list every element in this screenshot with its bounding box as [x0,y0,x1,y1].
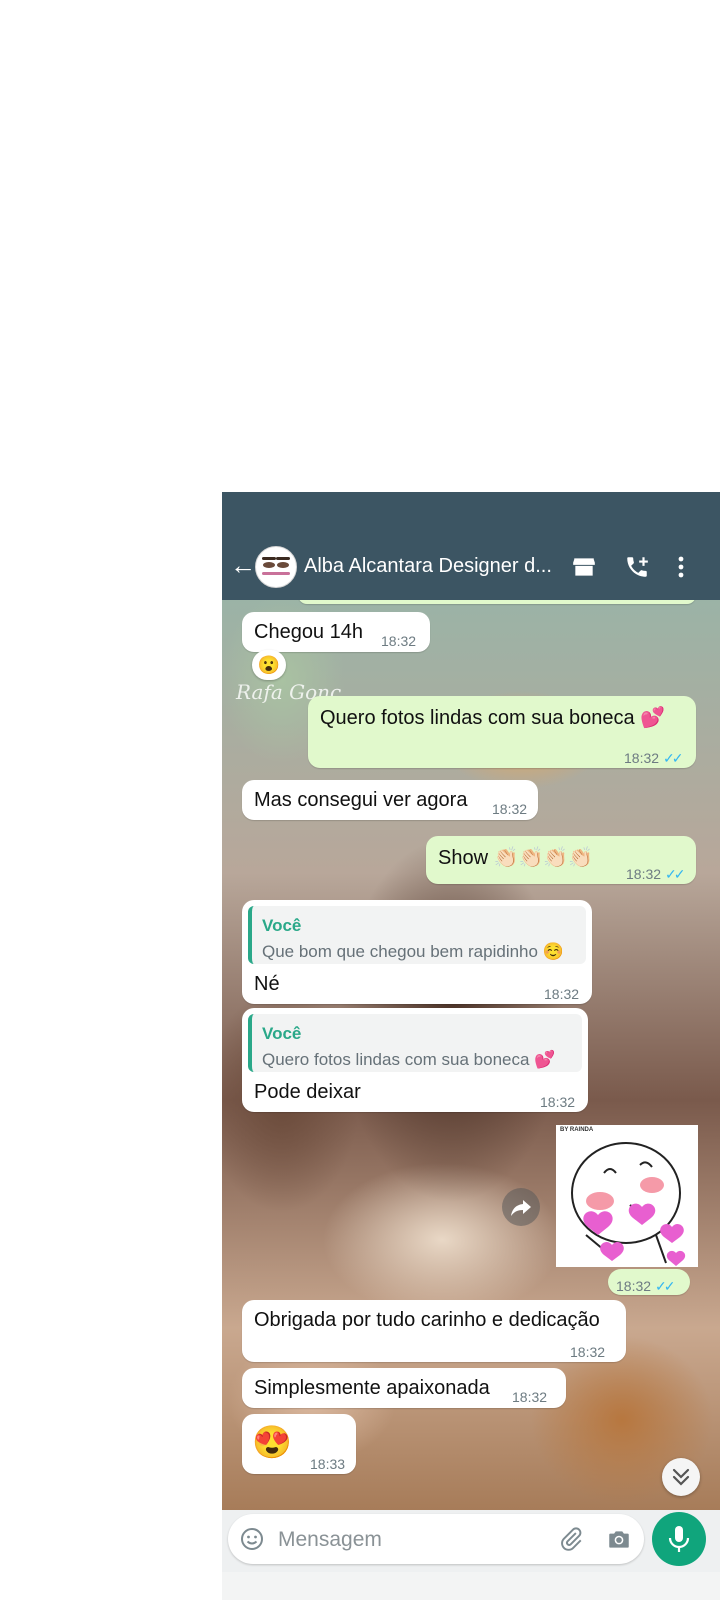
message-time: 18:32 [381,633,417,649]
sticker-caption: BY RAINDA [560,1127,594,1133]
message-time: 18:32 [544,986,580,1002]
mic-button[interactable] [652,1512,706,1566]
forward-button[interactable] [502,1188,540,1226]
message-meta: 18:32 ✓✓ [624,746,684,770]
quote-text: Quero fotos lindas com sua boneca 💕 [262,1050,556,1069]
system-navigation-bar [222,1572,720,1600]
message-text: Quero fotos lindas com sua boneca 💕 [320,707,666,729]
message-outgoing[interactable]: Show 👏🏻👏🏻👏🏻👏🏻 18:32 ✓✓ [426,836,696,884]
camera-icon[interactable] [606,1526,632,1552]
read-ticks-icon: ✓✓ [663,750,684,766]
message-meta: 18:32 ✓✓ [626,862,686,886]
message-text: Pode deixar [254,1081,361,1103]
message-time: 18:32 [624,750,660,766]
message-incoming[interactable]: Chegou 14h 18:32 [242,612,430,652]
chevron-double-down-icon [672,1468,690,1486]
message-text: Obrigada por tudo carinho e dedicação [254,1309,600,1331]
chat-area[interactable]: Chegou 14h 18:32 😮 Rafa Gonç... Quero fo… [222,600,720,1510]
message-text: Show 👏🏻👏🏻👏🏻👏🏻 [438,847,594,869]
message-text: Mas consegui ver agora [254,789,468,811]
message-time: 18:33 [310,1456,346,1472]
quote-text: Que bom que chegou bem rapidinho ☺️ [262,942,564,961]
message-time: 18:32 [512,1389,548,1405]
message-time: 18:32 [492,801,528,817]
message-time: 18:32 [626,866,662,882]
quote-author: Você [262,1024,302,1043]
message-input[interactable] [276,1524,540,1556]
mic-icon [668,1526,690,1552]
message-text: Né [254,973,280,995]
message-incoming-reply[interactable]: Você Que bom que chegou bem rapidinho ☺️… [242,900,592,1004]
message-text: Simplesmente apaixonada [254,1377,490,1399]
message-time: 18:32 [540,1094,576,1110]
message-outgoing[interactable]: Quero fotos lindas com sua boneca 💕 18:3… [308,696,696,768]
sticker-character [571,1142,686,1266]
sticker-meta: 18:32 ✓✓ [608,1269,690,1295]
read-ticks-icon: ✓✓ [665,866,686,882]
scroll-to-bottom-button[interactable] [662,1458,700,1496]
forward-icon [511,1200,531,1216]
message-incoming[interactable]: Simplesmente apaixonada 18:32 [242,1368,566,1408]
message-incoming-reply[interactable]: Você Quero fotos lindas com sua boneca 💕… [242,1008,588,1112]
chat-header: ← Alba Alcantara Designer d... [222,492,720,600]
quoted-message[interactable]: Você Que bom que chegou bem rapidinho ☺️ [248,906,586,964]
previous-message-edge [298,600,696,604]
add-call-icon[interactable] [624,554,650,580]
message-text: Chegou 14h [254,621,363,643]
store-icon[interactable] [571,554,597,580]
message-incoming[interactable]: Obrigada por tudo carinho e dedicação 18… [242,1300,626,1362]
more-vert-icon[interactable] [671,554,691,580]
read-ticks-icon: ✓✓ [655,1278,676,1294]
phone-screen: ← Alba Alcantara Designer d... Chegou 14… [222,492,720,1600]
chat-title[interactable]: Alba Alcantara Designer d... [304,555,552,578]
reaction-badge[interactable]: 😮 [252,650,286,680]
attach-icon[interactable] [558,1526,584,1552]
quote-author: Você [262,916,302,935]
message-time: 18:32 [570,1344,606,1360]
arrow-left-icon[interactable]: ← [230,552,256,578]
quoted-message[interactable]: Você Quero fotos lindas com sua boneca 💕 [248,1014,582,1072]
message-composer[interactable] [228,1514,644,1564]
emoji-icon[interactable] [240,1527,264,1551]
sticker-image[interactable]: BY RAINDA [556,1125,698,1267]
message-emoji: 😍 [252,1424,292,1460]
message-incoming[interactable]: 😍 18:33 [242,1414,356,1474]
message-incoming[interactable]: Mas consegui ver agora 18:32 [242,780,538,820]
avatar[interactable] [255,546,297,588]
message-time: 18:32 [616,1278,652,1294]
